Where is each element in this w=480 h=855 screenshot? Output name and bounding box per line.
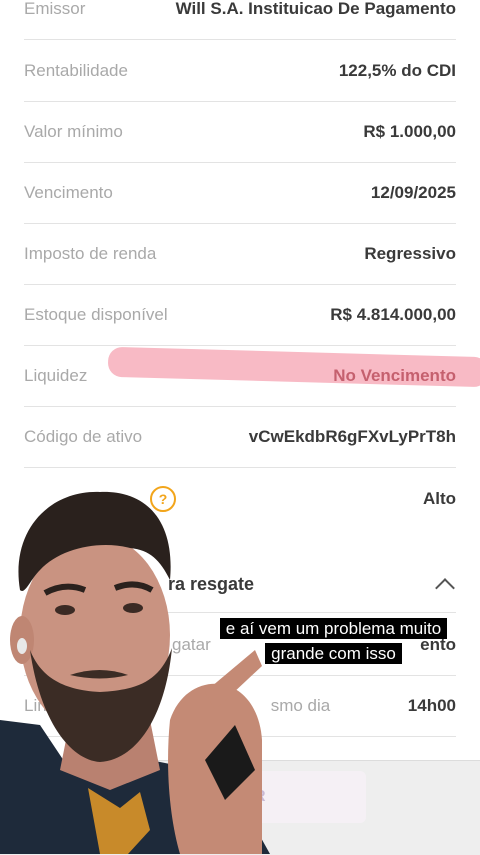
detail-value: 122,5% do CDI xyxy=(338,60,456,80)
detail-label: Rentabilidade xyxy=(24,60,128,80)
detail-value: No Vencimento xyxy=(333,365,456,385)
detail-label: Valor mínimo xyxy=(24,121,123,141)
redemption-label-fragment: smo dia xyxy=(270,695,331,715)
video-caption-text: e aí vem um problema muito grande com is… xyxy=(219,618,448,664)
detail-value: vCwEkdbR6gFXvLyPrT8h xyxy=(248,426,456,446)
detail-label: Código de ativo xyxy=(24,426,143,446)
detail-value: Will S.A. Instituicao De Pagamento xyxy=(175,0,456,18)
detail-row-estoque: Estoque disponível R$ 4.814.000,00 xyxy=(24,284,456,346)
detail-row-emissor: Emissor Will S.A. Instituicao De Pagamen… xyxy=(24,0,456,40)
detail-row-codigo-ativo: Código de ativo vCwEkdbR6gFXvLyPrT8h xyxy=(24,406,456,468)
detail-row-imposto-de-renda: Imposto de renda Regressivo xyxy=(24,223,456,285)
detail-value: R$ 4.814.000,00 xyxy=(330,304,456,324)
detail-label: Emissor xyxy=(24,0,86,18)
detail-row-liquidez: Liquidez No Vencimento xyxy=(24,345,456,407)
detail-label: Estoque disponível xyxy=(24,304,168,324)
video-caption: e aí vem um problema muito grande com is… xyxy=(209,616,458,666)
detail-value: R$ 1.000,00 xyxy=(363,121,456,141)
detail-row-valor-minimo: Valor mínimo R$ 1.000,00 xyxy=(24,101,456,163)
detail-row-rentabilidade: Rentabilidade 122,5% do CDI xyxy=(24,40,456,102)
detail-label: Vencimento xyxy=(24,182,113,202)
detail-value: Alto xyxy=(422,489,456,508)
detail-row-vencimento: Vencimento 12/09/2025 xyxy=(24,162,456,224)
redemption-value: 14h00 xyxy=(407,695,456,715)
detail-value: 12/09/2025 xyxy=(370,182,456,202)
detail-value: Regressivo xyxy=(364,243,456,263)
chevron-up-icon[interactable] xyxy=(435,578,455,598)
detail-label: Liquidez xyxy=(24,365,88,385)
detail-label: Imposto de renda xyxy=(24,243,157,263)
